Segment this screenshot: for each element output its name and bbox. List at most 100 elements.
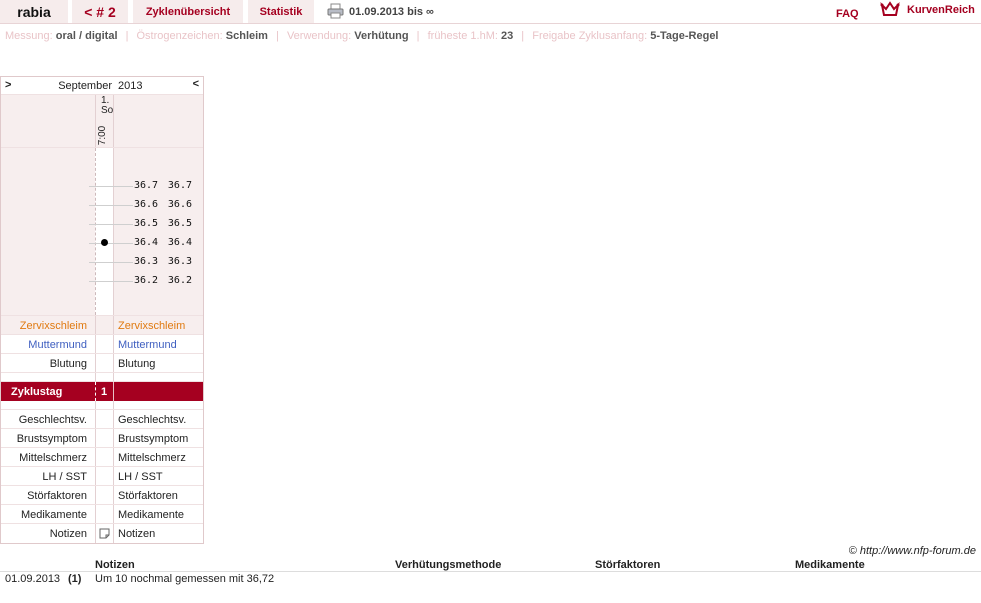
stoer-label: Störfaktoren [27, 490, 87, 502]
month-label: September [58, 80, 112, 92]
blutung-label-right: Blutung [118, 358, 156, 370]
notizen-label-right: Notizen [118, 528, 156, 540]
cycle-overview-label: Zyklenübersicht [145, 5, 231, 18]
lh-cell[interactable] [95, 467, 114, 485]
row-zervixschleim: Zervixschleim Zervixschleim [1, 316, 203, 335]
estrogen-label: Östrogenzeichen: [136, 30, 223, 42]
release-value: 5-Tage-Regel [650, 30, 719, 42]
day-column-header[interactable]: 1. So 7:00 [95, 95, 114, 147]
temp-axis-right: 36.6 [134, 199, 159, 210]
geschlecht-label: Geschlechtsv. [18, 414, 87, 426]
mittel-label: Mittelschmerz [19, 452, 87, 464]
row-notizen: Notizen Notizen [1, 524, 203, 543]
kurvenreich-logo-icon[interactable] [880, 1, 900, 19]
row-spacer [1, 401, 203, 410]
stoer-label-right: Störfaktoren [118, 490, 178, 502]
chart-header-row: > September 2013 < [1, 77, 203, 95]
row-stoerfaktoren: Störfaktoren Störfaktoren [1, 486, 203, 505]
gridline [89, 205, 133, 206]
note-text: Um 10 nochmal gemessen mit 36,72 [95, 573, 275, 585]
temp-axis-right: 36.2 [134, 275, 159, 286]
geschlecht-cell[interactable] [95, 410, 114, 428]
date-range: 01.09.2013 bis ∞ [349, 6, 434, 18]
printer-icon[interactable] [327, 3, 344, 19]
temp-axis-right: 36.4 [134, 237, 159, 248]
row-brustsymptom: Brustsymptom Brustsymptom [1, 429, 203, 448]
measure-time: 7:00 [97, 125, 109, 146]
release-label: Freigabe Zyklusanfang: [532, 30, 648, 42]
mittel-label-right: Mittelschmerz [118, 452, 186, 464]
zervix-label: Zervixschleim [19, 320, 87, 332]
separator: | [125, 30, 129, 42]
day-name: So [101, 105, 114, 116]
zyklustag-value: 1 [101, 386, 108, 398]
brust-label: Brustsymptom [16, 433, 87, 445]
stoer-cell[interactable] [95, 486, 114, 504]
lh-label-right: LH / SST [118, 471, 163, 483]
use-label: Verwendung: [286, 30, 352, 42]
measure-value: oral / digital [55, 30, 118, 42]
copyright-link[interactable]: © http://www.nfp-forum.de [849, 545, 976, 557]
cycle-chart: > September 2013 < 1. So 7:00 36.7 36.6 … [0, 76, 204, 544]
separator: | [276, 30, 279, 42]
user-name: rabia [17, 3, 51, 20]
separator: | [521, 30, 525, 42]
zyklustag-label: Zyklustag [11, 386, 63, 398]
gridline [89, 186, 133, 187]
brust-label-right: Brustsymptom [118, 433, 189, 445]
row-blutung: Blutung Blutung [1, 354, 203, 373]
geschlecht-label-right: Geschlechtsv. [118, 414, 187, 426]
muttermund-cell[interactable] [95, 335, 114, 353]
row-geschlechtsverkehr: Geschlechtsv. Geschlechtsv. [1, 410, 203, 429]
header-medikamente: Medikamente [795, 559, 865, 571]
cycle-settings: Messung: oral / digital | Östrogenzeiche… [5, 30, 719, 42]
separator: | [416, 30, 420, 42]
row-mittelschmerz: Mittelschmerz Mittelschmerz [1, 448, 203, 467]
gridline [89, 281, 133, 282]
notizen-cell[interactable] [95, 524, 114, 543]
blutung-label: Blutung [49, 358, 87, 370]
medi-cell[interactable] [95, 505, 114, 523]
statistics-label: Statistik [259, 5, 303, 18]
zervix-cell[interactable] [95, 316, 114, 334]
faq-link[interactable]: FAQ [836, 8, 859, 20]
row-zyklustag: Zyklustag 1 [1, 382, 203, 401]
use-value: Verhütung [354, 30, 409, 42]
muttermund-label-right: Muttermund [118, 339, 177, 351]
mittel-cell[interactable] [95, 448, 114, 466]
temp-axis-right: 36.7 [134, 180, 159, 191]
earliest-label: früheste 1.hM: [427, 30, 498, 42]
row-muttermund: Muttermund Muttermund [1, 335, 203, 354]
header-stoerfaktoren: Störfaktoren [595, 559, 661, 571]
header-notizen: Notizen [95, 559, 135, 571]
note-cycle-day: (1) [68, 573, 82, 585]
nav-prev-button[interactable]: > [5, 79, 11, 91]
estrogen-value: Schleim [225, 30, 268, 42]
muttermund-label: Muttermund [28, 339, 87, 351]
notes-table-header: Notizen Verhütungsmethode Störfaktoren M… [0, 557, 981, 572]
gridline [89, 243, 133, 244]
previous-cycle-button[interactable]: < # 2 [72, 0, 128, 23]
user-tab[interactable]: rabia [0, 0, 68, 23]
note-date: 01.09.2013 [5, 573, 61, 585]
previous-cycle-label: < # 2 [84, 3, 116, 20]
earliest-value: 23 [500, 30, 514, 42]
notizen-label: Notizen [49, 528, 87, 540]
table-row: 01.09.2013 (1) Um 10 nochmal gemessen mi… [0, 573, 981, 588]
brust-cell[interactable] [95, 429, 114, 447]
lh-label: LH / SST [42, 471, 87, 483]
temp-axis-right: 36.5 [134, 218, 159, 229]
brand-name[interactable]: KurvenReich [907, 4, 975, 16]
temperature-point[interactable] [101, 239, 108, 246]
medi-label-right: Medikamente [118, 509, 185, 521]
statistics-tab[interactable]: Statistik [248, 0, 314, 23]
zervix-label-right: Zervixschleim [118, 320, 186, 332]
temp-axis-right: 36.3 [134, 256, 159, 267]
row-spacer [1, 373, 203, 382]
top-navigation: rabia < # 2 Zyklenübersicht Statistik 01… [0, 0, 981, 24]
nav-next-button[interactable]: < [193, 78, 199, 90]
blutung-cell[interactable] [95, 354, 114, 372]
cycle-overview-tab[interactable]: Zyklenübersicht [133, 0, 243, 23]
note-icon[interactable] [99, 528, 110, 539]
gridline [89, 262, 133, 263]
